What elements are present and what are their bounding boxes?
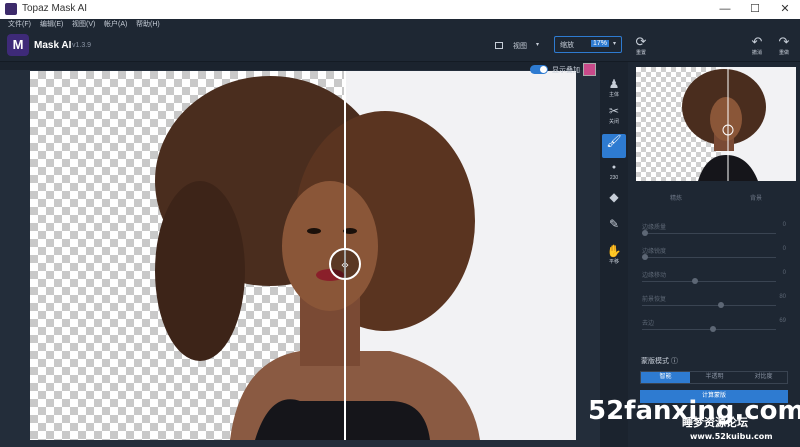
fill-icon: ◆ bbox=[609, 190, 619, 204]
slider-defringe[interactable]: 去边 69 bbox=[642, 318, 786, 338]
reset-icon: ⟳ bbox=[635, 34, 647, 49]
compare-handle-icon: ‹› bbox=[341, 260, 349, 271]
slider-thumb[interactable] bbox=[718, 302, 724, 308]
slider-label: 前景恢复 bbox=[642, 297, 667, 303]
app-version: v1.3.9 bbox=[72, 42, 92, 49]
app-name: Mask AI bbox=[34, 40, 72, 51]
hand-icon: ✋ bbox=[606, 244, 622, 258]
redo-button[interactable]: ↷ 重做 bbox=[772, 35, 796, 57]
tab-refine[interactable]: 精炼 bbox=[636, 192, 716, 206]
cut-icon: ✂ bbox=[608, 104, 620, 118]
toolbar: M Mask AI v1.3.9 视图 ▾ bbox=[0, 31, 800, 62]
zoom-dropdown[interactable]: 缩放 17% ▾ bbox=[554, 36, 622, 53]
slider-value: 80 bbox=[779, 294, 786, 300]
slider-track[interactable] bbox=[642, 305, 776, 306]
slider-edge-sharpness[interactable]: 边缘锐度 0 bbox=[642, 246, 786, 266]
tool-label: 主体 bbox=[608, 92, 619, 98]
tool-eyedropper[interactable]: ✎ bbox=[602, 217, 626, 241]
tool-brush[interactable]: 🖌 bbox=[602, 134, 626, 158]
tool-subject[interactable]: ♟ 主体 bbox=[602, 77, 626, 101]
menu-view[interactable]: 视图(V) bbox=[72, 19, 95, 31]
menubar: 文件(F) 编辑(E) 视图(V) 帐户(A) 帮助(H) bbox=[0, 19, 800, 31]
top-garment-shape bbox=[255, 399, 430, 440]
mask-mode-selector: 智能 半透明 对比度 bbox=[640, 371, 788, 384]
overlay-color-swatch[interactable] bbox=[583, 63, 596, 76]
face-shape bbox=[282, 181, 378, 311]
hair-shape-left bbox=[155, 181, 245, 361]
tab-background[interactable]: 背景 bbox=[716, 192, 796, 206]
watermark-cn: 睡梦资源论坛 bbox=[682, 416, 748, 429]
tool-fill[interactable]: ◆ bbox=[602, 190, 626, 214]
slider-value: 69 bbox=[779, 318, 786, 324]
eyedropper-icon: ✎ bbox=[608, 217, 620, 231]
zoom-value: 17% bbox=[591, 40, 610, 47]
tool-cut[interactable]: ✂ 关闭 bbox=[602, 104, 626, 128]
brush-size[interactable]: ● 230 bbox=[602, 161, 626, 185]
menu-file[interactable]: 文件(F) bbox=[8, 19, 31, 31]
undo-button[interactable]: ↶ 撤消 bbox=[745, 35, 769, 57]
eye-left bbox=[307, 228, 321, 234]
portrait-photo: ‹› bbox=[155, 71, 480, 440]
app-logo: M bbox=[7, 34, 29, 56]
slider-track[interactable] bbox=[642, 329, 776, 330]
slider-thumb[interactable] bbox=[642, 230, 648, 236]
slider-value: 0 bbox=[782, 222, 786, 228]
reset-label: 重置 bbox=[635, 50, 646, 56]
chevron-down-icon: ▾ bbox=[536, 42, 540, 48]
close-button[interactable]: ✕ bbox=[770, 0, 800, 19]
overlay-label: 显示叠加 bbox=[552, 67, 580, 74]
reset-button[interactable]: ⟳ 重置 bbox=[629, 35, 653, 57]
slider-label: 边缘移动 bbox=[642, 273, 667, 279]
brush-size-value: 230 bbox=[609, 175, 619, 181]
undo-icon: ↶ bbox=[751, 34, 763, 49]
window-titlebar: Topaz Mask AI — ☐ ✕ bbox=[0, 0, 800, 19]
slider-value: 0 bbox=[782, 246, 786, 252]
menu-help[interactable]: 帮助(H) bbox=[136, 19, 160, 31]
view-label: 视图 bbox=[513, 43, 527, 50]
mask-mode-smart[interactable]: 智能 bbox=[641, 372, 690, 383]
tool-pan[interactable]: ✋ 平移 bbox=[602, 244, 626, 268]
switch-knob bbox=[540, 66, 547, 73]
image-canvas[interactable]: ‹› bbox=[30, 71, 576, 440]
redo-icon: ↷ bbox=[778, 34, 790, 49]
tool-label: 关闭 bbox=[608, 119, 619, 125]
slider-thumb[interactable] bbox=[710, 326, 716, 332]
slider-edge-shift[interactable]: 边缘移动 0 bbox=[642, 270, 786, 290]
navigator-preview[interactable] bbox=[636, 67, 796, 181]
slider-thumb[interactable] bbox=[642, 254, 648, 260]
mask-mode-label: 蒙版模式 ⓘ bbox=[641, 358, 678, 365]
watermark-url: www.52kuibu.com bbox=[690, 432, 773, 441]
zoom-label: 缩放 bbox=[560, 42, 574, 49]
slider-track[interactable] bbox=[642, 257, 776, 258]
redo-label: 重做 bbox=[778, 50, 789, 56]
nav-thumbnail bbox=[682, 67, 766, 181]
menu-account[interactable]: 帐户(A) bbox=[104, 19, 127, 31]
menu-edit[interactable]: 编辑(E) bbox=[40, 19, 63, 31]
size-icon: ● bbox=[611, 164, 617, 171]
view-icon bbox=[495, 42, 503, 49]
tool-strip: ♟ 主体 ✂ 关闭 🖌 ● 230 ◆ ✎ ✋ 平移 bbox=[600, 62, 628, 447]
maximize-button[interactable]: ☐ bbox=[740, 0, 770, 19]
panel-tabs: 精炼 背景 bbox=[636, 192, 796, 206]
slider-track[interactable] bbox=[642, 233, 776, 234]
app-icon bbox=[5, 3, 17, 15]
mask-mode-contrast[interactable]: 对比度 bbox=[739, 372, 788, 383]
mask-mode-translucent[interactable]: 半透明 bbox=[690, 372, 739, 383]
window-title: Topaz Mask AI bbox=[22, 3, 88, 14]
slider-value: 0 bbox=[782, 270, 786, 276]
view-dropdown[interactable]: 视图 ▾ bbox=[495, 39, 543, 53]
minimize-button[interactable]: — bbox=[710, 0, 740, 19]
tool-label: 平移 bbox=[608, 259, 619, 265]
slider-label: 去边 bbox=[642, 321, 655, 327]
overlay-switch[interactable] bbox=[530, 65, 548, 74]
chevron-down-icon: ▾ bbox=[613, 41, 617, 47]
undo-label: 撤消 bbox=[751, 50, 762, 56]
slider-thumb[interactable] bbox=[692, 278, 698, 284]
slider-foreground-recovery[interactable]: 前景恢复 80 bbox=[642, 294, 786, 314]
brush-icon: 🖌 bbox=[606, 134, 622, 148]
canvas-topbar bbox=[0, 62, 600, 70]
slider-track[interactable] bbox=[642, 281, 776, 282]
person-icon: ♟ bbox=[608, 77, 620, 91]
slider-edge-quality[interactable]: 边缘质量 0 bbox=[642, 222, 786, 242]
